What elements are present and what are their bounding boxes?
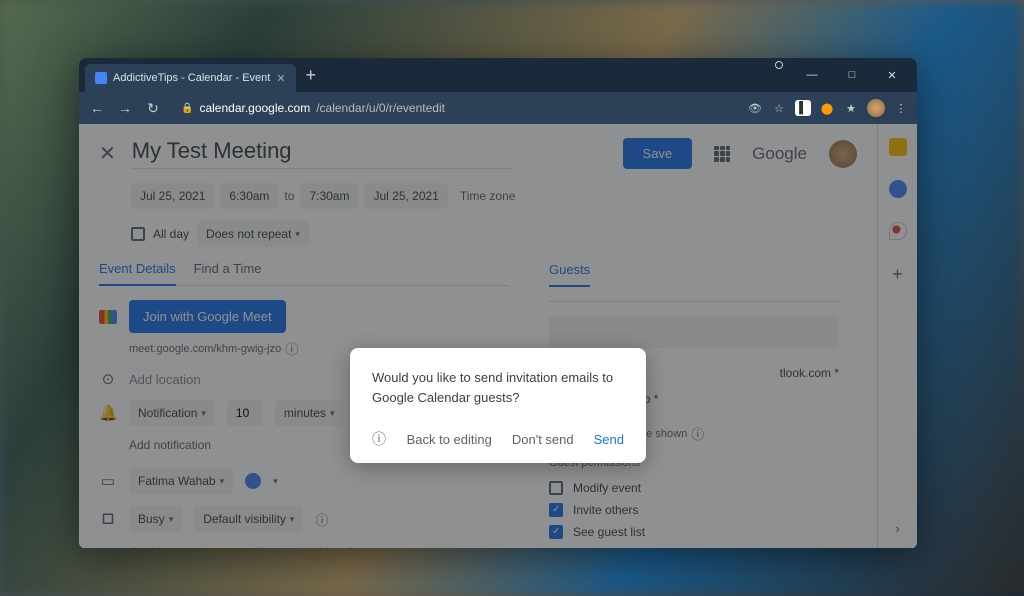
send-button[interactable]: Send: [594, 432, 624, 447]
new-tab-button[interactable]: +: [306, 65, 317, 86]
star-icon[interactable]: ☆: [771, 100, 787, 116]
window-controls: — □ ✕: [775, 61, 911, 89]
browser-titlebar: AddictiveTips - Calendar - Event ✕ + — □…: [79, 58, 917, 92]
page-content: ✕ My Test Meeting Save Google Jul 25, 20…: [79, 124, 917, 548]
forward-button[interactable]: →: [115, 100, 135, 116]
extension-3-icon[interactable]: ★: [843, 100, 859, 116]
close-window-button[interactable]: ✕: [873, 61, 911, 89]
eye-icon[interactable]: 👁: [747, 100, 763, 116]
url-domain: calendar.google.com: [199, 101, 310, 115]
browser-window: AddictiveTips - Calendar - Event ✕ + — □…: [79, 58, 917, 548]
dialog-text: Would you like to send invitation emails…: [372, 368, 624, 407]
url-field[interactable]: 🔒 calendar.google.com/calendar/u/0/r/eve…: [171, 101, 739, 115]
dialog-actions: ⓘ Back to editing Don't send Send: [372, 429, 624, 449]
send-invite-dialog: Would you like to send invitation emails…: [350, 348, 646, 463]
lock-icon: 🔒: [181, 103, 193, 114]
tab-close-icon[interactable]: ✕: [276, 72, 285, 85]
back-button[interactable]: ←: [87, 100, 107, 116]
tab-title: AddictiveTips - Calendar - Event: [113, 72, 270, 84]
modal-overlay[interactable]: Would you like to send invitation emails…: [79, 124, 917, 548]
maximize-button[interactable]: □: [833, 61, 871, 89]
dont-send-button[interactable]: Don't send: [512, 432, 574, 447]
tab-favicon: [95, 72, 107, 84]
url-path: /calendar/u/0/r/eventedit: [316, 101, 445, 115]
back-to-editing-button[interactable]: Back to editing: [407, 432, 492, 447]
extension-1-icon[interactable]: ▌: [795, 100, 811, 116]
address-bar: ← → ↻ 🔒 calendar.google.com/calendar/u/0…: [79, 92, 917, 124]
extension-icons: 👁 ☆ ▌ ⬤ ★ ⋮: [747, 99, 909, 117]
browser-tab[interactable]: AddictiveTips - Calendar - Event ✕: [85, 64, 296, 92]
dialog-help-icon[interactable]: ⓘ: [372, 429, 386, 449]
profile-avatar-icon[interactable]: [867, 99, 885, 117]
reload-button[interactable]: ↻: [143, 100, 163, 117]
indicator-icon: [775, 61, 783, 69]
minimize-button[interactable]: —: [793, 61, 831, 89]
browser-menu-icon[interactable]: ⋮: [893, 100, 909, 116]
extension-2-icon[interactable]: ⬤: [819, 100, 835, 116]
